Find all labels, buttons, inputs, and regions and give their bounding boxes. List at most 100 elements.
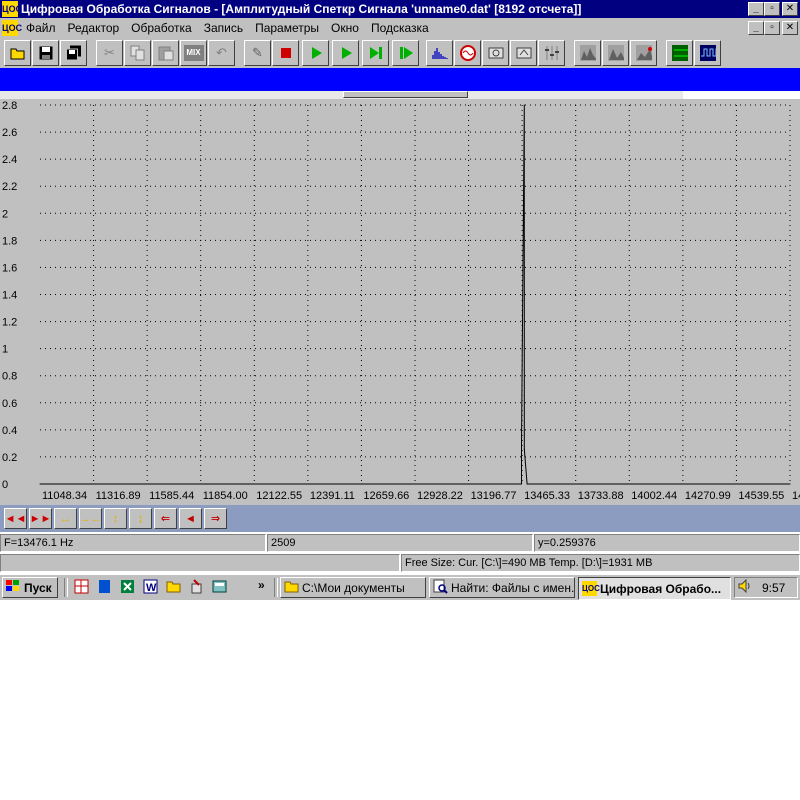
- desktop-icon: [74, 579, 89, 597]
- waveform-zoom-button[interactable]: [602, 40, 629, 66]
- stop-button[interactable]: [272, 40, 299, 66]
- zoom-out-horizontal-button[interactable]: ↔: [54, 508, 77, 529]
- document-icon[interactable]: ЦОС: [2, 20, 22, 36]
- waveform-zoom-icon: [607, 45, 624, 61]
- zoom-in-horizontal-button[interactable]: →←: [79, 508, 102, 529]
- equalizer-button[interactable]: [538, 40, 565, 66]
- position-ruler[interactable]: [0, 91, 683, 99]
- generator-button[interactable]: [454, 40, 481, 66]
- volume-icon[interactable]: [738, 578, 752, 596]
- system-tray: 9:57: [734, 577, 798, 598]
- book-icon: [97, 579, 112, 597]
- marker-left-button[interactable]: ⇐: [154, 508, 177, 529]
- marker-prev-button[interactable]: ◄: [179, 508, 202, 529]
- menu-processing[interactable]: Обработка: [131, 21, 192, 35]
- quicklaunch-desktop[interactable]: [73, 579, 90, 596]
- save-all-button[interactable]: [60, 40, 87, 66]
- play-to-end-button[interactable]: [362, 40, 389, 66]
- marker-right-button[interactable]: ⇒: [204, 508, 227, 529]
- task-dsp-app[interactable]: ЦОС Цифровая Обрабо...: [578, 577, 731, 600]
- y-tick-label: 0: [2, 479, 8, 491]
- play-icon: [308, 45, 324, 61]
- menu-help[interactable]: Подсказка: [371, 21, 429, 35]
- menu-editor[interactable]: Редактор: [68, 21, 120, 35]
- filter-button[interactable]: [482, 40, 509, 66]
- quicklaunch-folder[interactable]: [165, 579, 182, 596]
- filter2-button[interactable]: [510, 40, 537, 66]
- copy-button[interactable]: [124, 40, 151, 66]
- mix-button[interactable]: MIX: [180, 40, 207, 66]
- doc-close-button[interactable]: ✕: [782, 21, 798, 35]
- menu-file[interactable]: Файл: [26, 21, 56, 35]
- folder-open-icon: [284, 580, 299, 596]
- start-button[interactable]: Пуск: [2, 577, 58, 598]
- spectrum-plot[interactable]: 11048.34 11316.89 11585.44 11854.00 12122.55…: [0, 99, 800, 505]
- quicklaunch-book[interactable]: [96, 579, 113, 596]
- quicklaunch-calculator[interactable]: [211, 579, 228, 596]
- play-loop-button[interactable]: [392, 40, 419, 66]
- x-tick-label: 14270.99: [685, 490, 731, 502]
- spectrum-data-point: [516, 483, 518, 485]
- undo-button[interactable]: ↶: [208, 40, 235, 66]
- open-button[interactable]: [4, 40, 31, 66]
- clock[interactable]: 9:57: [762, 581, 785, 595]
- taskbar: Пуск W » C:\Мои документы Найти: Файлы с…: [0, 574, 800, 600]
- restore-button[interactable]: ▫: [764, 2, 780, 16]
- app-icon[interactable]: ЦОС: [2, 1, 22, 17]
- task-label: C:\Мои документы: [302, 580, 405, 595]
- equalizer-icon: [544, 45, 560, 61]
- y-tick-label: 2.6: [2, 127, 17, 139]
- y-tick-label: 1.4: [2, 290, 17, 302]
- window-title: Цифровая Обработка Сигналов - [Амплитудн…: [21, 2, 582, 16]
- quicklaunch-paint[interactable]: [188, 578, 205, 596]
- play-selection-button[interactable]: [332, 40, 359, 66]
- spectrum-chart[interactable]: 11048.34 11316.89 11585.44 11854.00 12122.55…: [0, 99, 800, 505]
- zoom-out-vertical-button[interactable]: ↕: [104, 508, 127, 529]
- channels-button[interactable]: [666, 40, 693, 66]
- quicklaunch-chevron[interactable]: »: [258, 578, 265, 592]
- pen-button[interactable]: ✎: [244, 40, 271, 66]
- status-y-value: y=0.259376: [534, 534, 800, 552]
- task-my-documents[interactable]: C:\Мои документы: [280, 577, 426, 598]
- x-tick-label: 14808.10: [792, 490, 800, 502]
- square-wave-button[interactable]: [694, 40, 721, 66]
- paste-icon: [158, 45, 174, 61]
- expand-vertical-icon: ↕: [112, 512, 119, 525]
- cut-button[interactable]: ✂: [96, 40, 123, 66]
- x-tick-label: 13733.88: [578, 490, 624, 502]
- save-button[interactable]: [32, 40, 59, 66]
- doc-minimize-button[interactable]: _: [748, 21, 764, 35]
- close-button[interactable]: ✕: [782, 2, 798, 16]
- doc-restore-button[interactable]: ▫: [764, 21, 780, 35]
- waveform-full-button[interactable]: [574, 40, 601, 66]
- y-tick-label: 0.2: [2, 452, 17, 464]
- quicklaunch-word[interactable]: W: [142, 579, 159, 596]
- minimize-button[interactable]: _: [748, 2, 764, 16]
- y-tick-label: 2: [2, 208, 8, 220]
- spectrum-button[interactable]: [426, 40, 453, 66]
- paste-button[interactable]: [152, 40, 179, 66]
- waveform-edit-button[interactable]: [630, 40, 657, 66]
- spectrum-data-point: [523, 104, 525, 106]
- menu-window[interactable]: Окно: [331, 21, 359, 35]
- fast-forward-icon: ►►: [29, 512, 52, 525]
- taskbar-divider-2: [274, 578, 278, 597]
- zoom-in-vertical-button[interactable]: ↨: [129, 508, 152, 529]
- quicklaunch-excel[interactable]: [119, 579, 136, 596]
- scroll-end-button[interactable]: ►►: [29, 508, 52, 529]
- save-icon: [38, 45, 54, 61]
- ruler-thumb[interactable]: [343, 91, 468, 98]
- play-button[interactable]: [302, 40, 329, 66]
- navigation-strip: ◄◄ ►► ↔ →← ↕ ↨ ⇐ ◄ ⇒: [0, 505, 800, 532]
- task-find-files[interactable]: Найти: Файлы с имен...: [429, 577, 575, 598]
- calculator-icon: [212, 580, 227, 596]
- menu-parameters[interactable]: Параметры: [255, 21, 319, 35]
- generator-icon: [459, 45, 476, 61]
- expand-horizontal-icon: ↔: [60, 512, 71, 525]
- x-tick-label: 11048.34: [42, 490, 87, 502]
- y-tick-label: 0.8: [2, 371, 17, 383]
- scroll-start-button[interactable]: ◄◄: [4, 508, 27, 529]
- menu-record[interactable]: Запись: [204, 21, 243, 35]
- status-frequency: F=13476.1 Hz: [0, 534, 266, 552]
- folder-icon: [166, 580, 181, 596]
